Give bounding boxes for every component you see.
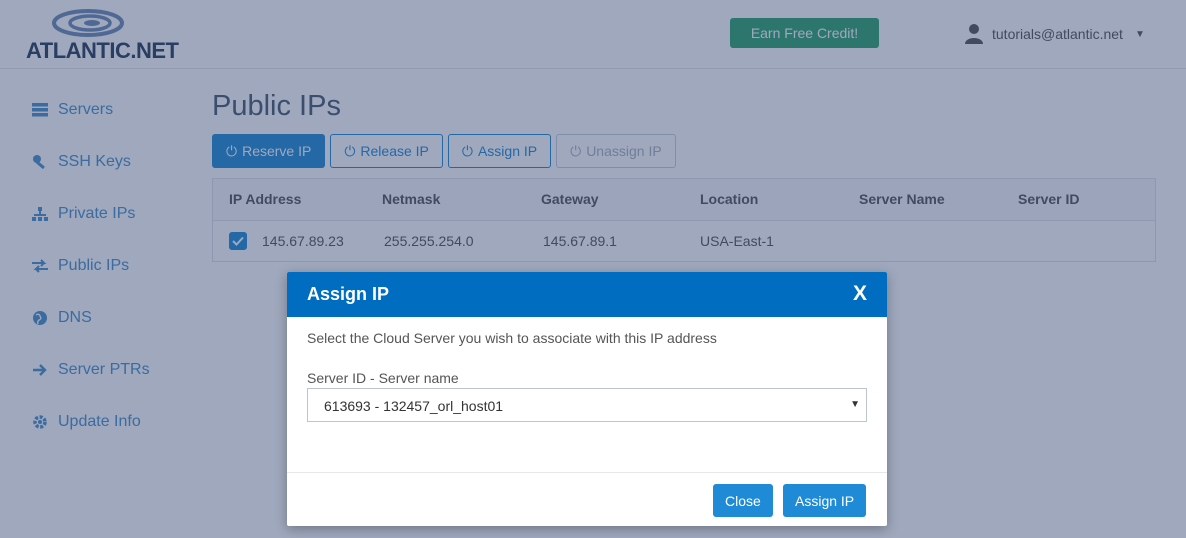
- server-select-label: Server ID - Server name: [307, 370, 459, 386]
- confirm-assign-ip-button[interactable]: Assign IP: [783, 484, 867, 517]
- dialog-footer: Close Assign IP: [287, 472, 887, 526]
- dialog-header: Assign IP X: [287, 272, 887, 317]
- dialog-close-button[interactable]: X: [849, 282, 871, 306]
- caret-down-icon: ▼: [850, 399, 860, 410]
- server-select[interactable]: 613693 - 132457_orl_host01 ▼: [307, 388, 867, 422]
- server-select-value: 613693 - 132457_orl_host01: [324, 398, 504, 414]
- close-button[interactable]: Close: [713, 484, 773, 517]
- assign-ip-dialog: Assign IP X Select the Cloud Server you …: [287, 272, 887, 526]
- dialog-description: Select the Cloud Server you wish to asso…: [307, 330, 717, 346]
- dialog-title: Assign IP: [307, 284, 390, 304]
